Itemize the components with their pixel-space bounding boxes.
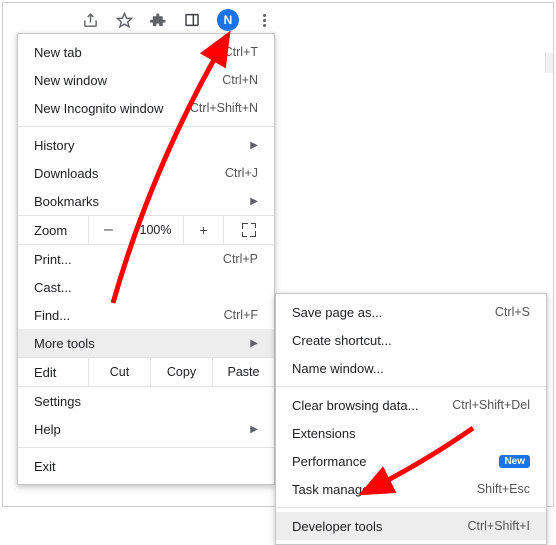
submenu-task-manager[interactable]: Task manager Shift+Esc	[276, 475, 546, 503]
shortcut: Ctrl+S	[495, 305, 530, 319]
menu-item-downloads[interactable]: Downloads Ctrl+J	[18, 159, 274, 187]
label: Settings	[34, 394, 258, 409]
edit-copy[interactable]: Copy	[150, 358, 212, 386]
chevron-right-icon: ▶	[250, 424, 258, 435]
extensions-icon[interactable]	[149, 11, 167, 29]
menu-item-history[interactable]: History ▶	[18, 131, 274, 159]
chevron-right-icon: ▶	[250, 140, 258, 151]
edit-paste[interactable]: Paste	[212, 358, 274, 386]
profile-avatar[interactable]: N	[217, 9, 239, 31]
chevron-right-icon: ▶	[250, 196, 258, 207]
shortcut: Ctrl+F	[224, 308, 258, 322]
menu-item-new-incognito[interactable]: New Incognito window Ctrl+Shift+N	[18, 94, 274, 122]
shortcut: Ctrl+J	[225, 166, 258, 180]
chevron-right-icon: ▶	[250, 338, 258, 349]
menu-item-exit[interactable]: Exit	[18, 452, 274, 480]
menu-item-print[interactable]: Print... Ctrl+P	[18, 245, 274, 273]
label: Task manager	[292, 482, 477, 497]
label: Downloads	[34, 166, 225, 181]
zoom-label: Zoom	[18, 223, 88, 238]
submenu-clear-browsing[interactable]: Clear browsing data... Ctrl+Shift+Del	[276, 391, 546, 419]
menu-item-help[interactable]: Help ▶	[18, 415, 274, 443]
shortcut: Ctrl+T	[224, 45, 258, 59]
more-tools-submenu: Save page as... Ctrl+S Create shortcut..…	[275, 293, 547, 545]
separator	[276, 386, 546, 387]
menu-item-more-tools[interactable]: More tools ▶	[18, 329, 274, 357]
submenu-save-page[interactable]: Save page as... Ctrl+S	[276, 298, 546, 326]
label: New Incognito window	[34, 101, 190, 116]
shortcut: Ctrl+Shift+N	[190, 101, 258, 115]
label: Bookmarks	[34, 194, 250, 209]
shortcut: Ctrl+Shift+I	[467, 519, 530, 533]
label: Developer tools	[292, 519, 467, 534]
shortcut: Ctrl+P	[223, 252, 258, 266]
submenu-name-window[interactable]: Name window...	[276, 354, 546, 382]
label: Help	[34, 422, 250, 437]
decorative-stub	[545, 53, 553, 73]
kebab-menu-icon[interactable]	[255, 11, 273, 29]
label: Clear browsing data...	[292, 398, 452, 413]
chrome-main-menu: New tab Ctrl+T New window Ctrl+N New Inc…	[17, 33, 275, 485]
menu-item-edit: Edit Cut Copy Paste	[18, 357, 274, 387]
fullscreen-button[interactable]	[223, 216, 274, 244]
shortcut: Ctrl+Shift+Del	[452, 398, 530, 412]
fullscreen-icon	[242, 223, 256, 237]
label: Performance	[292, 454, 493, 469]
zoom-out-button[interactable]: –	[88, 216, 128, 244]
label: Find...	[34, 308, 224, 323]
menu-item-bookmarks[interactable]: Bookmarks ▶	[18, 187, 274, 215]
label: New tab	[34, 45, 224, 60]
separator	[276, 507, 546, 508]
edit-cut[interactable]: Cut	[88, 358, 150, 386]
sidepanel-icon[interactable]	[183, 11, 201, 29]
shortcut: Ctrl+N	[222, 73, 258, 87]
avatar-letter: N	[224, 13, 233, 27]
zoom-in-button[interactable]: +	[183, 216, 223, 244]
menu-item-new-window[interactable]: New window Ctrl+N	[18, 66, 274, 94]
shortcut: Shift+Esc	[477, 482, 530, 496]
menu-item-cast[interactable]: Cast...	[18, 273, 274, 301]
label: History	[34, 138, 250, 153]
share-icon[interactable]	[81, 11, 99, 29]
label: Exit	[34, 459, 258, 474]
separator	[18, 126, 274, 127]
label: Print...	[34, 252, 223, 267]
label: Save page as...	[292, 305, 495, 320]
submenu-create-shortcut[interactable]: Create shortcut...	[276, 326, 546, 354]
screenshot-stage: N New tab Ctrl+T New window Ctrl+N New I…	[2, 2, 554, 507]
menu-item-zoom: Zoom – 100% +	[18, 215, 274, 245]
edit-label: Edit	[18, 365, 88, 380]
label: Name window...	[292, 361, 530, 376]
menu-item-settings[interactable]: Settings	[18, 387, 274, 415]
submenu-developer-tools[interactable]: Developer tools Ctrl+Shift+I	[276, 512, 546, 540]
label: Create shortcut...	[292, 333, 530, 348]
submenu-performance[interactable]: Performance New	[276, 447, 546, 475]
browser-toolbar: N	[81, 9, 273, 31]
star-icon[interactable]	[115, 11, 133, 29]
menu-item-find[interactable]: Find... Ctrl+F	[18, 301, 274, 329]
menu-item-new-tab[interactable]: New tab Ctrl+T	[18, 38, 274, 66]
label: More tools	[34, 336, 250, 351]
label: Cast...	[34, 280, 258, 295]
label: New window	[34, 73, 222, 88]
submenu-extensions[interactable]: Extensions	[276, 419, 546, 447]
label: Extensions	[292, 426, 530, 441]
zoom-percent: 100%	[128, 216, 183, 244]
separator	[18, 447, 274, 448]
new-badge: New	[499, 455, 530, 468]
